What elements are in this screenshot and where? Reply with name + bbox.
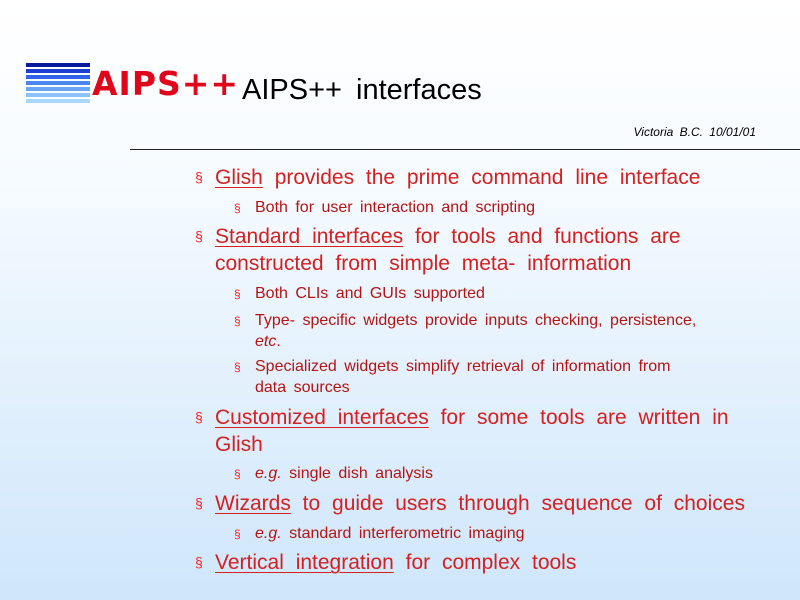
line-text: standard interferometric imaging: [281, 525, 525, 542]
sub-bullet-marker-icon: §: [234, 467, 241, 481]
sub-bullet-text: e.g. single dish analysis: [255, 463, 433, 484]
logo-stripe: [26, 63, 90, 67]
underlined-term: Customized interfaces: [215, 406, 429, 429]
line-text: Specialized widgets simplify retrieval o…: [255, 358, 671, 375]
line-text: for tools and functions are: [403, 225, 681, 248]
logo-text: AIPS++: [92, 64, 240, 103]
aips-logo: AIPS++: [26, 63, 238, 107]
slide: AIPS++ AIPS++ interfaces Victoria B.C. 1…: [0, 0, 800, 600]
line-text: single dish analysis: [281, 465, 433, 482]
line-text: Both CLIs and GUIs supported: [255, 285, 485, 302]
underlined-term: Glish: [215, 166, 263, 189]
sub-bullet-text: Specialized widgets simplify retrieval o…: [255, 356, 670, 377]
line-text: data sources: [255, 379, 350, 396]
line-text: Glish: [215, 433, 263, 456]
sub-bullet-text: Type- specific widgets provide inputs ch…: [255, 310, 696, 331]
sub-bullet-marker-icon: §: [234, 287, 241, 301]
bullet-text: Vertical integration for complex tools: [215, 549, 576, 576]
bullet-marker-icon: §: [195, 169, 203, 185]
bullet-marker-icon: §: [195, 495, 203, 511]
logo-stripes-icon: [26, 63, 90, 105]
underlined-term: Vertical integration: [215, 551, 394, 574]
logo-stripe: [26, 99, 90, 103]
bullet-text: Glish provides the prime command line in…: [215, 164, 700, 191]
sub-bullet-text: Both CLIs and GUIs supported: [255, 283, 485, 304]
byline: Victoria B.C. 10/01/01: [633, 125, 756, 139]
sub-bullet-text: e.g. standard interferometric imaging: [255, 523, 525, 544]
line-text: to guide users through sequence of choic…: [290, 492, 745, 515]
sub-bullet-text: etc.: [255, 331, 281, 352]
logo-stripe: [26, 75, 90, 79]
slide-title: AIPS++ interfaces: [242, 74, 482, 106]
sub-bullet-text: Both for user interaction and scripting: [255, 197, 535, 218]
sub-bullet-marker-icon: §: [234, 527, 241, 541]
title-divider: [130, 149, 800, 150]
bullet-text: constructed from simple meta- informatio…: [215, 250, 631, 277]
line-text: constructed from simple meta- informatio…: [215, 252, 632, 275]
bullet-text: Standard interfaces for tools and functi…: [215, 223, 681, 250]
italic-text: e.g.: [255, 465, 282, 482]
line-text: for some tools are written in: [428, 406, 729, 429]
bullet-text: Customized interfaces for some tools are…: [215, 404, 729, 431]
italic-text: e.g.: [255, 525, 282, 542]
bullet-text: Glish: [215, 431, 263, 458]
line-text: Type- specific widgets provide inputs ch…: [255, 312, 697, 329]
bullet-marker-icon: §: [195, 228, 203, 244]
line-text: Both for user interaction and scripting: [255, 199, 536, 216]
underlined-term: Standard interfaces: [215, 225, 404, 248]
line-text: for complex tools: [393, 551, 577, 574]
logo-stripe: [26, 69, 90, 73]
bullet-marker-icon: §: [195, 554, 203, 570]
sub-bullet-marker-icon: §: [234, 201, 241, 215]
sub-bullet-text: data sources: [255, 377, 350, 398]
bullet-marker-icon: §: [195, 409, 203, 425]
logo-stripe: [26, 87, 90, 91]
sub-bullet-marker-icon: §: [234, 314, 241, 328]
logo-stripe: [26, 81, 90, 85]
line-text: provides the prime command line interfac…: [262, 166, 701, 189]
sub-bullet-marker-icon: §: [234, 360, 241, 374]
logo-stripe: [26, 93, 90, 97]
underlined-term: Wizards: [215, 492, 291, 515]
italic-text: etc: [255, 333, 277, 350]
bullet-text: Wizards to guide users through sequence …: [215, 490, 745, 517]
line-text: .: [276, 333, 281, 350]
